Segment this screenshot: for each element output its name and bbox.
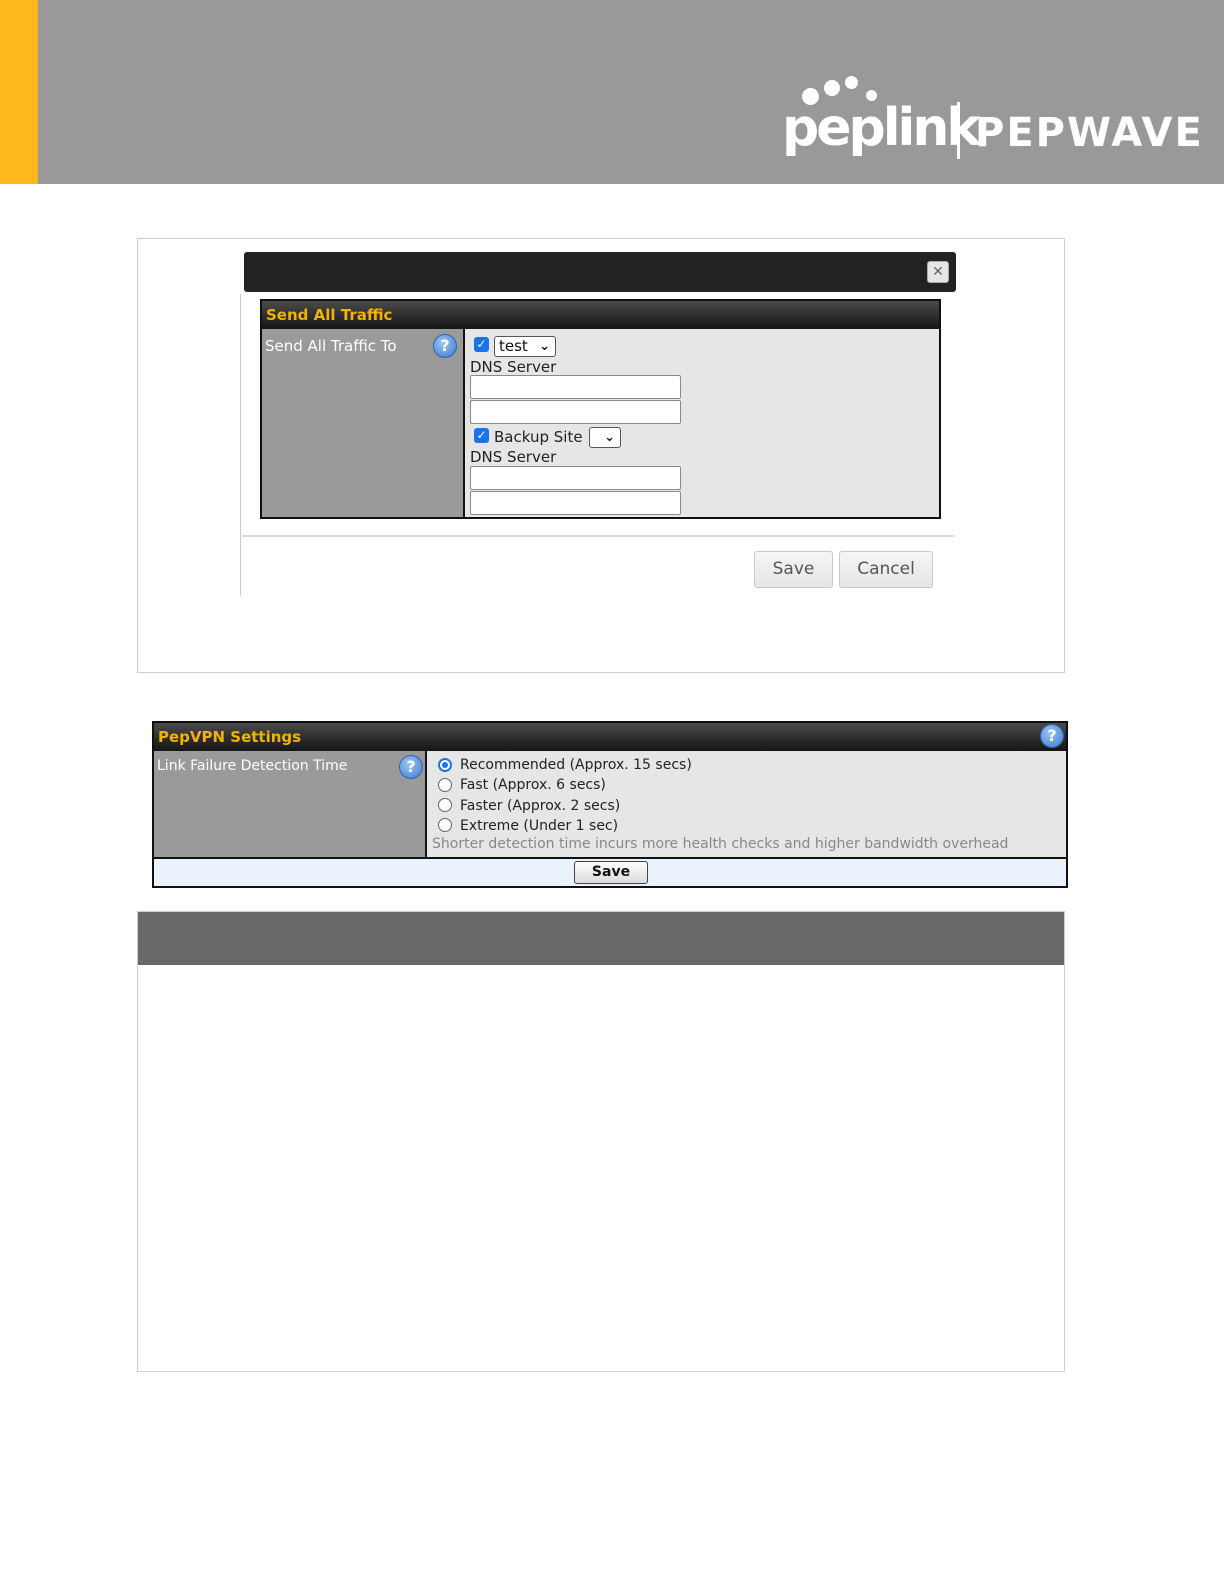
section-title: PepVPN Settings [154, 723, 1066, 751]
option-label: Recommended (Approx. 15 secs) [460, 757, 692, 773]
radio-extreme[interactable] [438, 818, 452, 832]
chevron-down-icon: ⌄ [604, 430, 615, 445]
cancel-button[interactable]: Cancel [839, 551, 933, 588]
value-cell: ✓ test ⌄ DNS Server ✓ Backup Site ⌄ DNS … [467, 329, 939, 517]
frame-header [138, 912, 1064, 965]
close-icon[interactable]: ✕ [927, 261, 949, 283]
send-all-traffic-table: Send All Traffic Send All Traffic To ? ✓… [260, 299, 941, 519]
accent-bar [0, 0, 38, 184]
send-all-traffic-dialog: ✕ Send All Traffic Send All Traffic To ?… [240, 250, 958, 600]
backup-site-select[interactable]: ⌄ [589, 427, 621, 448]
primary-dns-field-1[interactable] [470, 375, 681, 399]
screenshot-frame [137, 911, 1065, 1372]
option-label: Faster (Approx. 2 secs) [460, 798, 621, 814]
label-cell: Send All Traffic To ? [262, 329, 465, 517]
backup-dns-field-2[interactable] [470, 491, 681, 515]
row-label: Send All Traffic To [265, 337, 397, 355]
primary-dns-field-2[interactable] [470, 400, 681, 424]
option-label: Extreme (Under 1 sec) [460, 818, 619, 834]
value-cell: Recommended (Approx. 15 secs) Fast (Appr… [429, 751, 1066, 857]
save-button[interactable]: Save [574, 861, 648, 884]
hint-text: Shorter detection time incurs more healt… [432, 836, 1009, 852]
radio-fast[interactable] [438, 778, 452, 792]
chevron-down-icon: ⌄ [539, 339, 550, 354]
radio-recommended[interactable] [438, 758, 452, 772]
divider [242, 535, 955, 537]
help-icon[interactable]: ? [399, 755, 423, 779]
backup-dns-field-1[interactable] [470, 466, 681, 490]
save-button[interactable]: Save [754, 551, 833, 588]
help-icon[interactable]: ? [433, 334, 457, 358]
primary-checkbox[interactable]: ✓ [474, 337, 489, 352]
logo-divider [957, 102, 960, 159]
pepwave-logo: PEPWAVE [975, 110, 1204, 156]
page-header: peplink PEPWAVE [0, 0, 1224, 184]
backup-checkbox[interactable]: ✓ [474, 428, 489, 443]
row-label: Link Failure Detection Time [157, 758, 348, 774]
pepvpn-settings-panel: PepVPN Settings ? Link Failure Detection… [152, 721, 1068, 888]
label-cell: Link Failure Detection Time ? [154, 751, 427, 857]
section-title: Send All Traffic [262, 301, 939, 329]
screenshot-send-all-traffic: ✕ Send All Traffic Send All Traffic To ?… [137, 238, 1065, 673]
dns-server-label: DNS Server [470, 448, 557, 466]
backup-site-label: Backup Site [494, 428, 583, 446]
dns-server-label: DNS Server [470, 358, 557, 376]
dialog-titlebar: ✕ [244, 252, 956, 292]
help-icon[interactable]: ? [1040, 724, 1064, 748]
option-label: Fast (Approx. 6 secs) [460, 777, 606, 793]
peplink-logo: peplink [782, 98, 981, 158]
primary-site-select[interactable]: test ⌄ [494, 336, 556, 357]
radio-faster[interactable] [438, 798, 452, 812]
panel-footer: Save [154, 857, 1066, 886]
